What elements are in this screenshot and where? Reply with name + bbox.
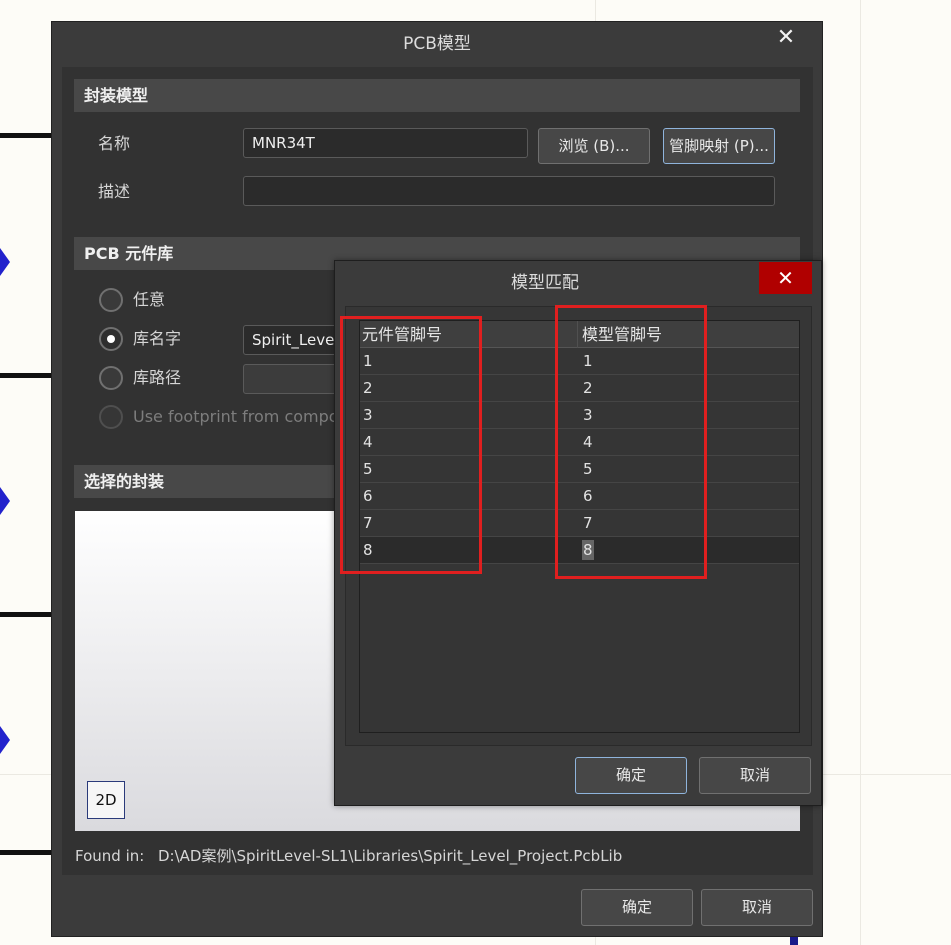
pin-arrow-icon [0,726,10,754]
radio-library-path-label: 库路径 [133,368,182,387]
found-in-path: D:\AD案例\SpiritLevel-SL1\Libraries\Spirit… [158,847,623,865]
schematic-wire [0,612,52,617]
grid-line [860,0,861,945]
radio-library-name[interactable] [99,327,123,351]
schematic-wire [0,373,52,378]
found-in-label: Found in: [75,847,145,865]
name-label: 名称 [98,134,131,153]
pin-map-button[interactable]: 管脚映射 (P)... [663,128,775,164]
close-icon[interactable]: ✕ [759,262,812,294]
radio-any[interactable] [99,288,123,312]
description-label: 描述 [98,182,131,201]
radio-library-path[interactable] [99,366,123,390]
radio-library-name-label: 库名字 [133,329,182,348]
match-ok-button[interactable]: 确定 [575,757,687,794]
annotation-box-component-pins [340,316,482,574]
browse-button[interactable]: 浏览 (B)... [538,128,650,164]
dialog-title: PCB模型 [403,34,471,54]
use-component-footprint-label: Use footprint from compo [133,407,339,426]
name-field[interactable]: MNR34T [243,128,528,158]
view-2d-toggle[interactable]: 2D [87,781,125,819]
schematic-wire [0,133,52,138]
pin-arrow-icon [0,248,10,276]
match-cancel-button[interactable]: 取消 [699,757,811,794]
cancel-button[interactable]: 取消 [701,889,813,926]
description-field[interactable] [243,176,775,206]
ok-button[interactable]: 确定 [581,889,693,926]
radio-use-component-footprint [99,405,123,429]
radio-any-label: 任意 [133,290,166,309]
pin-arrow-icon [0,487,10,515]
schematic-part [790,936,798,945]
match-dialog-title: 模型匹配 [511,273,579,293]
close-icon[interactable]: ✕ [770,23,802,53]
schematic-wire [0,850,52,855]
annotation-box-model-pins [555,305,707,579]
footprint-section-header: 封装模型 [74,79,800,112]
